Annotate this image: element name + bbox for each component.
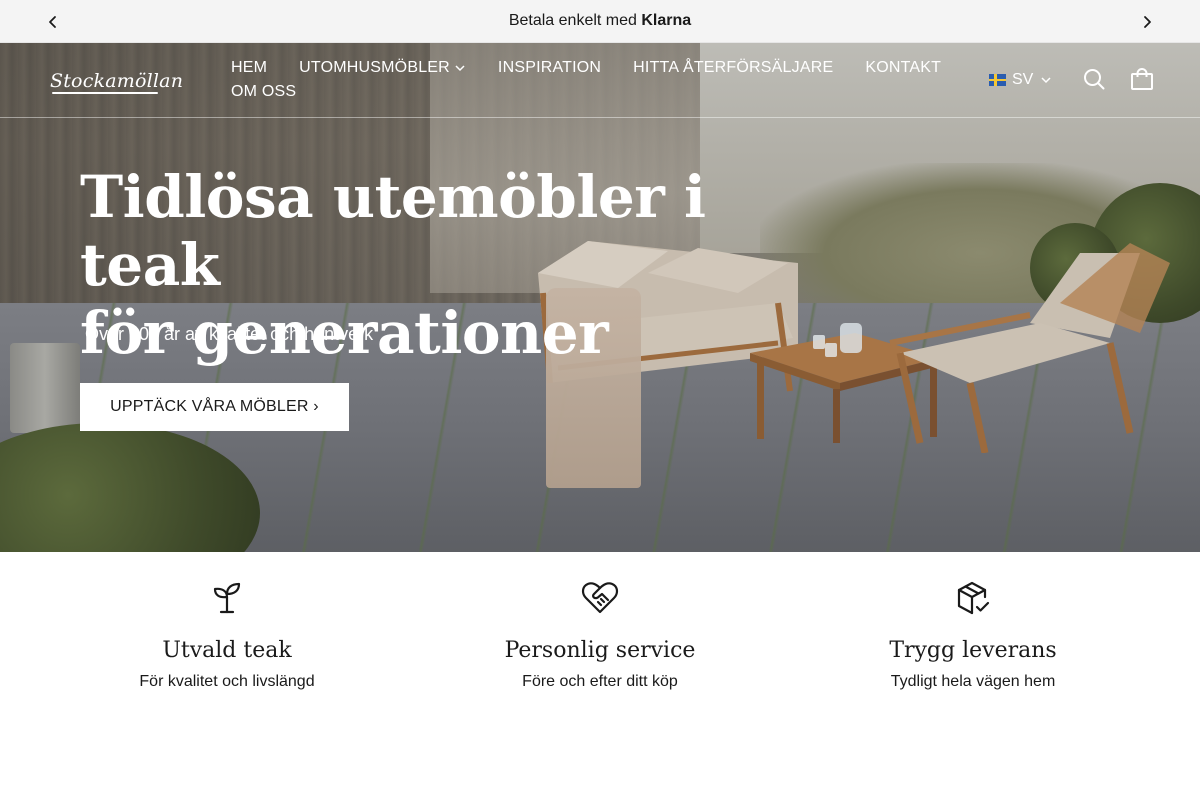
feature-title: Utvald teak	[162, 638, 292, 663]
swedish-flag-icon	[989, 74, 1006, 86]
nav-item-hitta-aterforsaljare[interactable]: HITTA ÅTERFÖRSÄLJARE	[633, 59, 833, 77]
feature-title: Personlig service	[504, 638, 696, 663]
feature-desc: För kvalitet och livslängd	[139, 673, 315, 690]
feature-item: Trygg leverans Tydligt hela vägen hem	[843, 578, 1103, 691]
hero-title-line1: Tidlösa utemöbler i teak	[80, 163, 706, 299]
nav-item-kontakt[interactable]: KONTAKT	[865, 59, 941, 77]
announcement-bar: Betala enkelt med Klarna	[0, 0, 1200, 43]
heart-handshake-icon	[580, 578, 620, 618]
package-check-icon	[953, 578, 993, 618]
nav-item-hem[interactable]: HEM	[231, 59, 267, 77]
hero-plant-pot	[10, 343, 80, 433]
nav-label: INSPIRATION	[497, 59, 602, 76]
hero-subtitle: Över 100 år av kvalitet och hantverk	[85, 324, 374, 344]
site-logo[interactable]: Stockamöllan	[50, 63, 183, 99]
hero-chair-image	[889, 243, 1170, 453]
sprout-icon	[207, 578, 247, 618]
language-code: SV	[1012, 71, 1034, 88]
nav-item-utomhusmobler[interactable]: UTOMHUSMÖBLER	[299, 59, 466, 77]
chevron-right-icon[interactable]	[1135, 10, 1159, 34]
feature-title: Trygg leverans	[889, 638, 1057, 663]
announcement-text: Betala enkelt med Klarna	[509, 12, 691, 30]
nav-item-inspiration[interactable]: INSPIRATION	[498, 59, 601, 77]
nav-label: HEM	[231, 59, 268, 76]
language-selector[interactable]: SV	[989, 68, 1053, 92]
chevron-down-icon	[1041, 77, 1051, 84]
nav-label: OM OSS	[231, 83, 297, 100]
nav-label: UTOMHUSMÖBLER	[299, 59, 450, 76]
main-nav: HEM UTOMHUSMÖBLER INSPIRATION HITTA ÅTER…	[231, 56, 941, 104]
nav-label: HITTA ÅTERFÖRSÄLJARE	[633, 59, 834, 76]
logo-underline	[52, 92, 158, 94]
nav-label: KONTAKT	[865, 59, 942, 76]
discover-furniture-button[interactable]: UPPTÄCK VÅRA MÖBLER ›	[80, 383, 349, 431]
cta-label: UPPTÄCK VÅRA MÖBLER ›	[110, 398, 319, 415]
chevron-left-icon[interactable]	[41, 10, 65, 34]
site-header: Stockamöllan HEM UTOMHUSMÖBLER INSPIRATI…	[0, 43, 1200, 118]
announcement-klarna: Klarna	[641, 12, 692, 29]
chevron-down-icon	[455, 65, 465, 72]
shopping-bag-icon[interactable]	[1130, 67, 1154, 91]
feature-item: Utvald teak För kvalitet och livslängd	[97, 578, 357, 691]
feature-item: Personlig service Före och efter ditt kö…	[470, 578, 730, 691]
nav-item-om-oss[interactable]: OM OSS	[231, 83, 296, 101]
feature-desc: Tydligt hela vägen hem	[890, 673, 1056, 690]
features-section: Utvald teak För kvalitet och livslängd P…	[0, 552, 1200, 800]
announcement-prefix: Betala enkelt med	[508, 12, 637, 29]
feature-desc: Före och efter ditt köp	[522, 673, 678, 690]
logo-text: Stockamöllan	[50, 70, 184, 92]
search-icon[interactable]	[1082, 67, 1106, 91]
